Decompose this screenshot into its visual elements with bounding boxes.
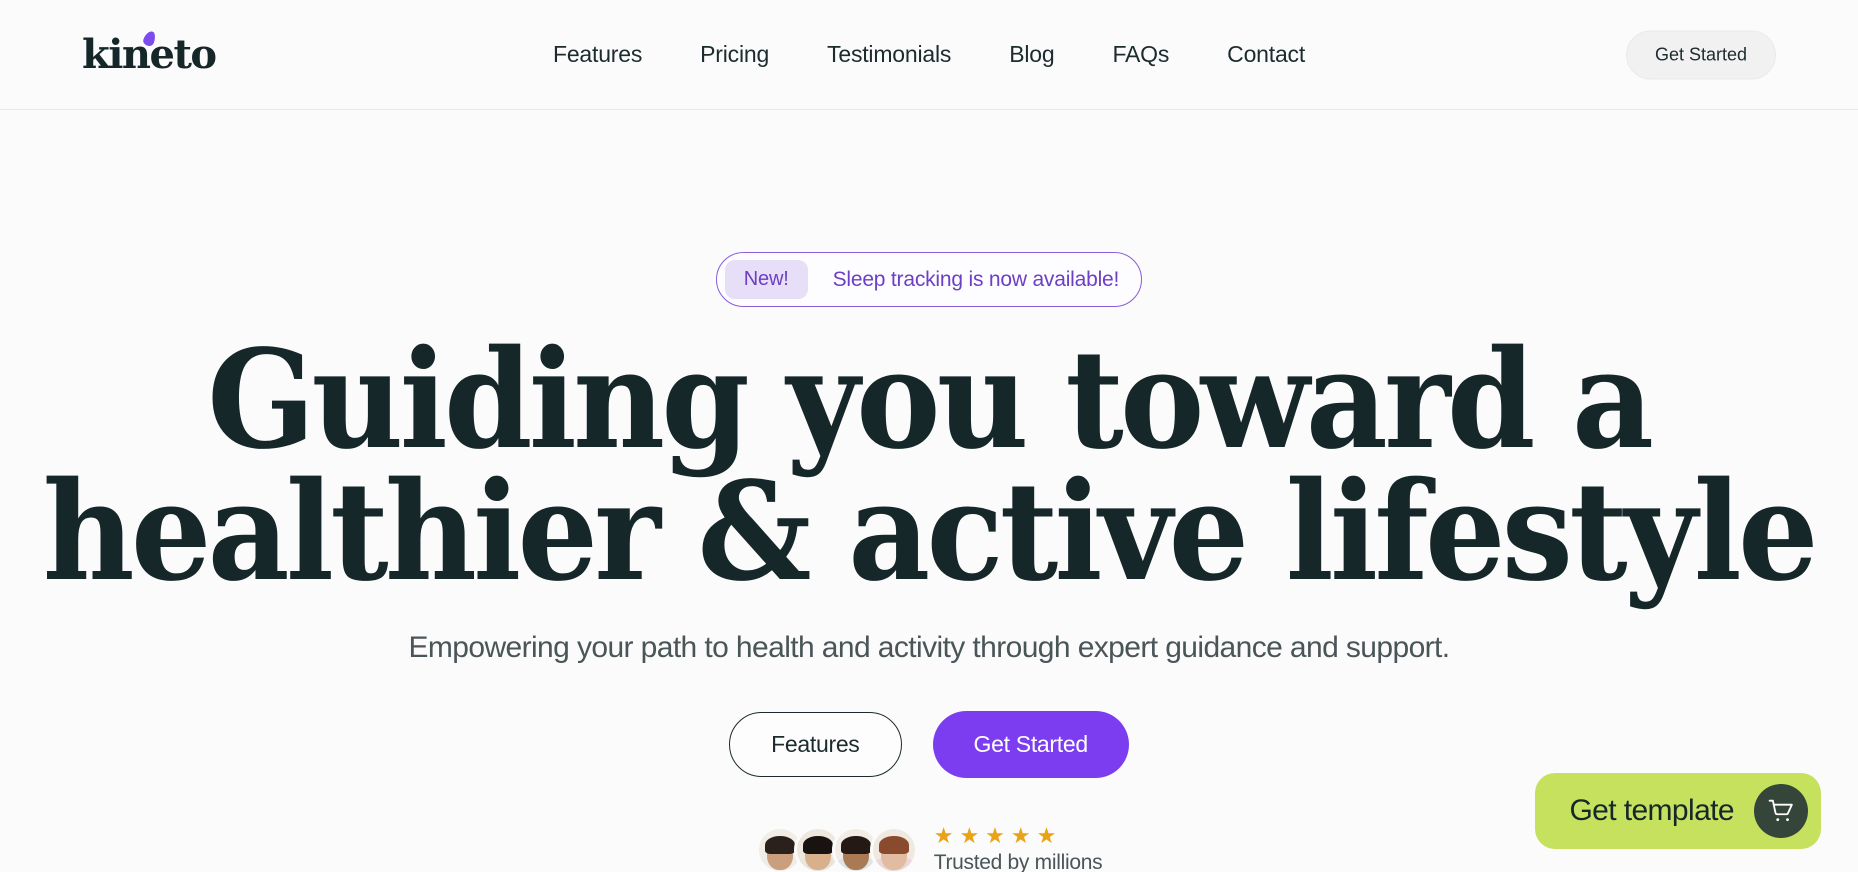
hero-subtitle: Empowering your path to health and activ… [408, 630, 1450, 664]
page-title: Guiding you toward a healthier & active … [42, 320, 1819, 612]
nav-item-faqs[interactable]: FAQs [1112, 41, 1169, 68]
site-header: kineto Features Pricing Testimonials Blo… [0, 0, 1858, 110]
get-template-label: Get template [1569, 794, 1734, 827]
announcement-new-chip: New! [724, 260, 808, 299]
hero-cta-row: Features Get Started [729, 710, 1129, 778]
logo-wordmark-wrap: kineto [82, 29, 217, 75]
avatar-hair [840, 836, 871, 855]
star-icon: ★ [985, 822, 1005, 848]
rating-block: ★ ★ ★ ★ ★ Trusted by millions [933, 822, 1103, 872]
announcement-badge[interactable]: New! Sleep tracking is now available! [715, 252, 1143, 307]
headline-line-2: healthier & active lifestyle [42, 451, 1819, 612]
get-template-widget[interactable]: Get template [1535, 773, 1821, 849]
shopping-cart-icon[interactable] [1754, 784, 1808, 838]
avatar-group [755, 825, 918, 872]
avatar-person-4 [869, 825, 918, 872]
nav-item-pricing[interactable]: Pricing [700, 41, 769, 68]
avatar-hair [878, 836, 909, 855]
headline-line-1: Guiding you toward a [207, 320, 1654, 480]
social-proof: ★ ★ ★ ★ ★ Trusted by millions [755, 822, 1103, 872]
star-rating: ★ ★ ★ ★ ★ [933, 822, 1103, 848]
hero-get-started-button[interactable]: Get Started [932, 710, 1129, 778]
avatar-hair [764, 836, 795, 855]
hero-section: New! Sleep tracking is now available! Gu… [0, 110, 1858, 872]
avatar-hair [802, 836, 833, 855]
header-get-started-button[interactable]: Get Started [1625, 30, 1776, 79]
hero-features-button[interactable]: Features [729, 711, 902, 777]
announcement-message: Sleep tracking is now available! [832, 267, 1120, 291]
star-icon: ★ [933, 822, 954, 848]
nav-item-testimonials[interactable]: Testimonials [827, 41, 951, 68]
star-icon: ★ [959, 822, 980, 848]
nav-item-features[interactable]: Features [553, 41, 642, 68]
nav-item-blog[interactable]: Blog [1009, 41, 1054, 68]
star-icon: ★ [1036, 822, 1057, 848]
star-icon: ★ [1010, 822, 1031, 848]
brand-logo[interactable]: kineto [82, 29, 217, 75]
trusted-label: Trusted by millions [933, 850, 1103, 872]
main-navigation: Features Pricing Testimonials Blog FAQs … [553, 41, 1305, 68]
nav-item-contact[interactable]: Contact [1227, 41, 1305, 68]
